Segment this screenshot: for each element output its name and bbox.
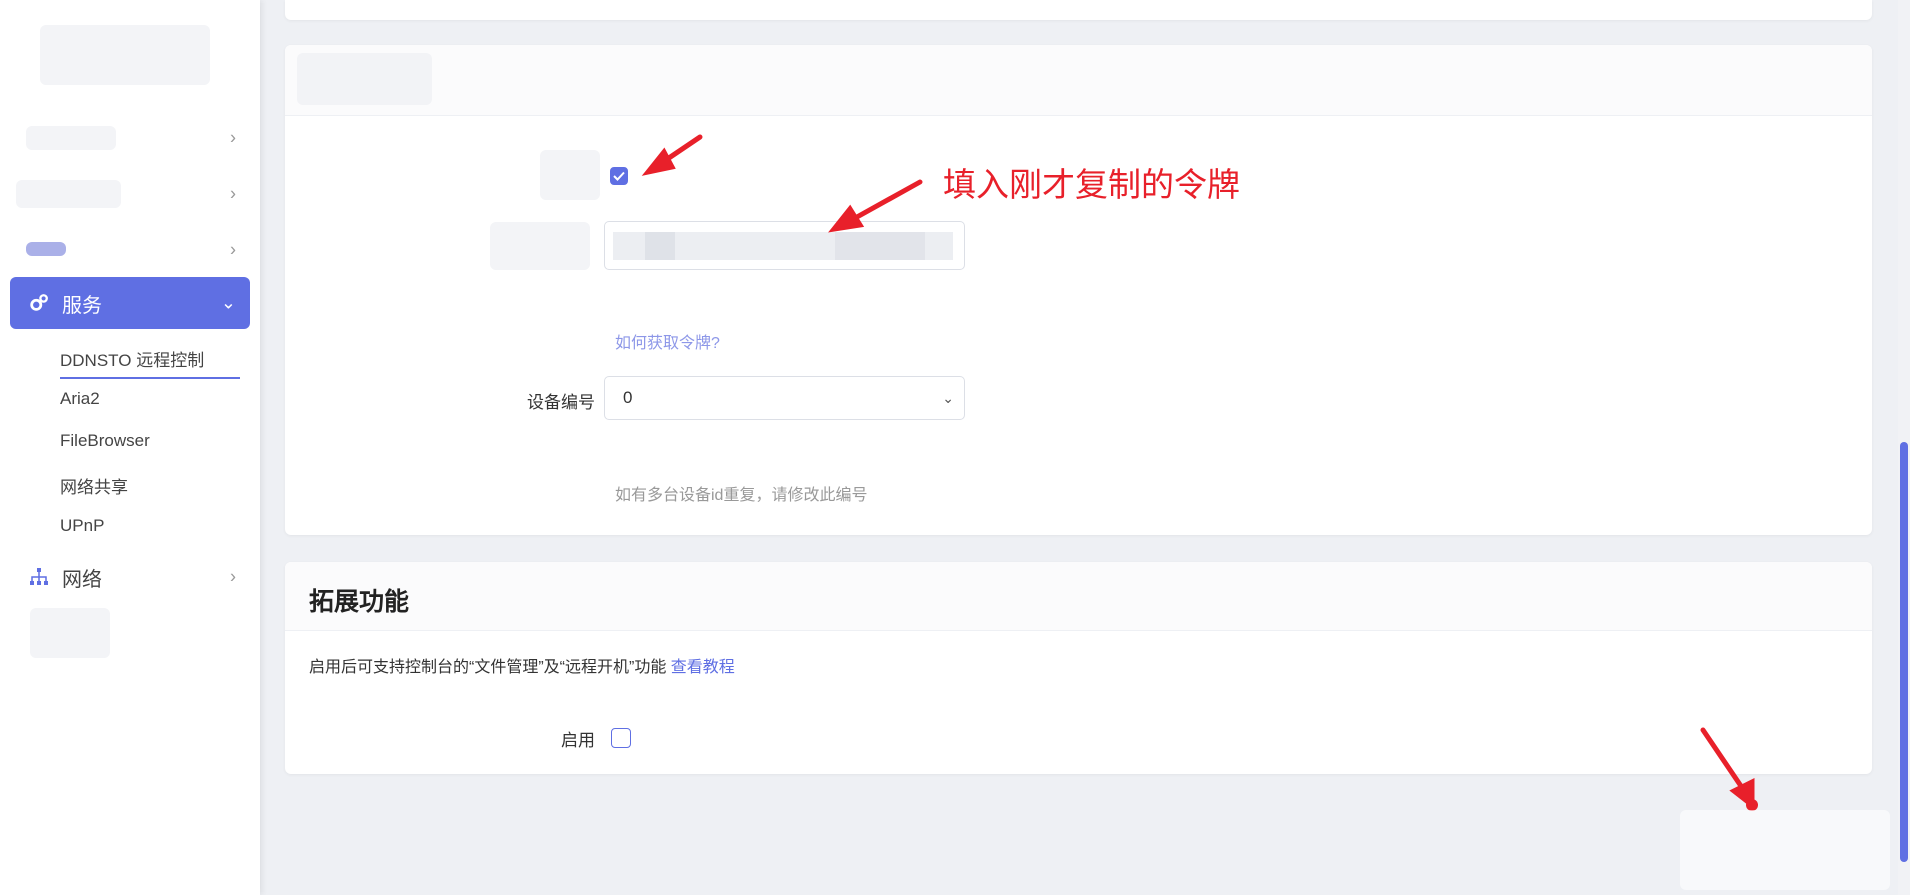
network-icon: [26, 567, 52, 587]
enable-checkbox[interactable]: [610, 167, 628, 185]
sidebar-subitem-upnp[interactable]: UPnP: [60, 516, 104, 536]
config-panel-header: [285, 45, 1872, 116]
device-id-label: 设备编号: [527, 393, 595, 412]
blurred-label: [540, 150, 600, 200]
extension-panel-header: 拓展功能: [285, 562, 1872, 631]
extension-panel: 拓展功能 启用后可支持控制台的“文件管理”及“远程开机”功能 查看教程 启用: [285, 562, 1872, 774]
scrollbar-track[interactable]: [1898, 0, 1910, 895]
sidebar-subitem-ddnsto[interactable]: DDNSTO 远程控制: [60, 346, 240, 379]
top-panel: [285, 0, 1872, 20]
sidebar-item-blurred-3[interactable]: ›: [10, 224, 250, 276]
extension-description: 启用后可支持控制台的“文件管理”及“远程开机”功能 查看教程: [309, 659, 735, 676]
device-id-hint: 如有多台设备id重复，请修改此编号: [615, 487, 868, 504]
token-help-link[interactable]: 如何获取令牌?: [615, 329, 720, 353]
extension-title: 拓展功能: [309, 588, 410, 616]
sidebar-subitem-network-share[interactable]: 网络共享: [60, 473, 128, 498]
chevron-down-icon: ⌄: [220, 292, 236, 313]
annotation-text: 填入刚才复制的令牌: [943, 165, 1240, 204]
sidebar-item-label: 服务: [62, 294, 102, 317]
blurred-logo: [40, 25, 210, 85]
view-tutorial-link[interactable]: 查看教程: [671, 659, 735, 676]
device-id-select[interactable]: 0 ⌄: [604, 376, 965, 420]
config-panel: [285, 45, 1872, 535]
blurred-item: [30, 608, 110, 658]
check-icon: [613, 171, 625, 181]
chevron-right-icon: ›: [230, 239, 236, 260]
chevron-right-icon: ›: [230, 183, 236, 204]
blurred-panel-title: [297, 53, 432, 105]
token-input[interactable]: [604, 221, 965, 270]
sidebar: › › › 服务 ⌄ DDNSTO 远程控制 Aria2 FileBrowser…: [0, 0, 260, 895]
gear-icon: [26, 292, 52, 314]
chevron-down-icon: ⌄: [942, 389, 954, 406]
enable-label: 启用: [561, 731, 595, 750]
sidebar-item-services[interactable]: 服务 ⌄: [10, 277, 250, 329]
sidebar-subitem-filebrowser[interactable]: FileBrowser: [60, 431, 150, 451]
sidebar-item-network[interactable]: 网络 ›: [10, 551, 250, 603]
sidebar-subitem-aria2[interactable]: Aria2: [60, 389, 100, 409]
sidebar-item-label: 网络: [62, 568, 102, 591]
extension-enable-checkbox[interactable]: [611, 728, 631, 748]
chevron-right-icon: ›: [230, 127, 236, 148]
device-id-value: 0: [623, 388, 633, 407]
blurred-overlay: [1680, 810, 1890, 890]
sidebar-item-blurred-2[interactable]: ›: [10, 168, 250, 220]
sidebar-item-blurred-1[interactable]: ›: [10, 112, 250, 164]
scrollbar-thumb[interactable]: [1900, 442, 1908, 862]
chevron-right-icon: ›: [230, 566, 236, 587]
blurred-label: [490, 222, 590, 270]
